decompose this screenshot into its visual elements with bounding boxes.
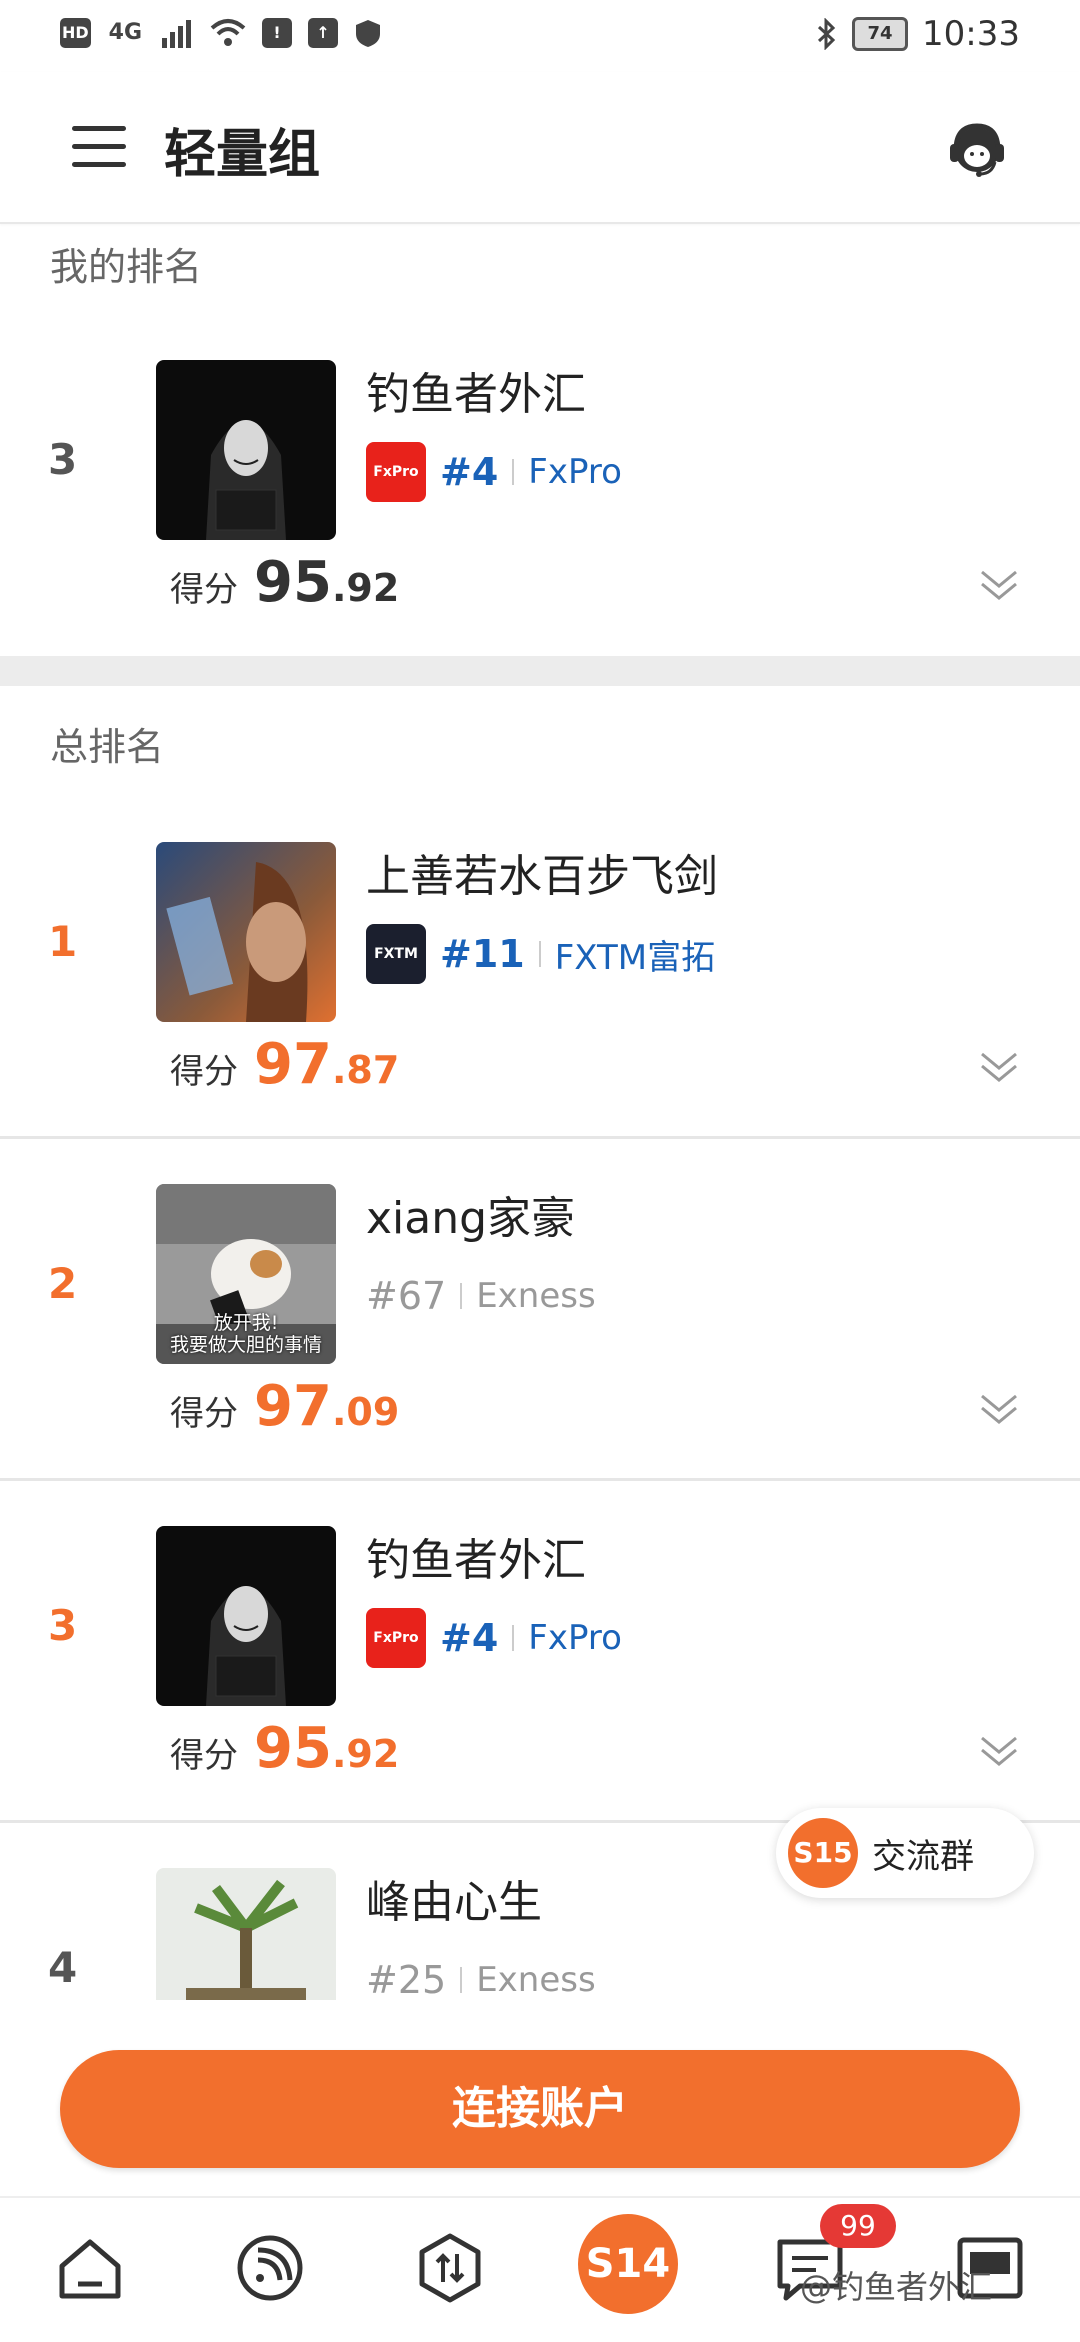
avatar	[156, 1868, 336, 2000]
score-label: 得分	[170, 1052, 238, 1092]
broker-name[interactable]: Exness	[476, 1276, 596, 1316]
broker-rank: #4	[440, 450, 499, 494]
score-label: 得分	[170, 1736, 238, 1776]
chat-group-label: 交流群	[872, 1836, 974, 1877]
bottom-tab-bar: S14 99 @钓鱼者外汇	[0, 2196, 1080, 2342]
home-icon	[59, 2239, 121, 2299]
rank-number: 3	[48, 435, 78, 484]
score: 得分 95 .92	[170, 550, 399, 615]
score-decimal: .87	[331, 1048, 400, 1092]
score-integer: 95	[254, 550, 332, 615]
watermark-text: @钓鱼者外汇	[800, 2268, 993, 2306]
bluetooth-icon	[817, 18, 836, 50]
avatar-caption-2: 我要做大胆的事情	[169, 1334, 322, 1356]
score-decimal: .92	[331, 1732, 400, 1776]
broker-name[interactable]: FxPro	[528, 1618, 622, 1658]
divider	[512, 459, 515, 485]
tab-competition[interactable]: S14	[578, 2214, 678, 2314]
fxpro-logo: FxPro	[366, 442, 426, 502]
rank-number: 1	[48, 917, 78, 966]
alert-icon: !	[262, 18, 293, 48]
fxpro-logo: FxPro	[366, 1608, 426, 1668]
broker-info: FxPro #4 FxPro	[366, 442, 622, 502]
chat-group-button[interactable]: S15 交流群	[776, 1808, 1034, 1898]
page-title: 轻量组	[164, 125, 321, 185]
connect-account-button[interactable]: 连接账户	[60, 2050, 1020, 2168]
score: 得分 97 .09	[170, 1374, 399, 1439]
divider	[538, 941, 541, 967]
menu-icon[interactable]	[72, 126, 126, 168]
hd-icon: HD	[60, 18, 91, 48]
tab-home[interactable]	[50, 2228, 130, 2308]
broker-name[interactable]: Exness	[476, 1960, 596, 2000]
trader-name: 上善若水百步飞剑	[366, 851, 718, 902]
divider	[460, 1967, 463, 1993]
row-divider	[0, 1136, 1080, 1139]
rank-entry-1[interactable]: 1 上善若水百步飞剑 FXTM #11 FXTM富拓 得分 97 .87	[0, 812, 1080, 1152]
shield-icon	[356, 20, 381, 47]
score-label: 得分	[170, 570, 238, 610]
tab-trade[interactable]	[410, 2228, 490, 2308]
rss-icon	[237, 2235, 303, 2301]
score-integer: 97	[254, 1032, 332, 1097]
expand-chevron-icon[interactable]	[978, 1048, 1020, 1086]
wifi-icon	[210, 19, 246, 46]
tab-feed[interactable]	[230, 2228, 310, 2308]
signal-icon	[162, 20, 192, 48]
expand-chevron-icon[interactable]	[978, 1732, 1020, 1770]
avatar	[156, 360, 336, 540]
score-decimal: .92	[331, 566, 400, 610]
avatar-caption-1: 放开我!	[213, 1312, 279, 1334]
customer-service-icon[interactable]	[944, 116, 1010, 182]
broker-info: #67 Exness	[366, 1266, 596, 1326]
broker-info: #25 Exness	[366, 1950, 596, 2000]
trader-name: 峰由心生	[366, 1877, 542, 1928]
broker-rank: #25	[366, 1958, 447, 2000]
score-decimal: .09	[331, 1390, 400, 1434]
avatar: 放开我! 我要做大胆的事情	[156, 1184, 336, 1364]
trade-icon	[419, 2233, 481, 2303]
divider	[512, 1625, 515, 1651]
season-badge: S15	[788, 1818, 858, 1888]
rank-entry-2[interactable]: 2 放开我! 我要做大胆的事情 xiang家豪 #67 Exness 得分 97…	[0, 1154, 1080, 1494]
avatar	[156, 842, 336, 1022]
broker-info: FxPro #4 FxPro	[366, 1608, 622, 1668]
rank-number: 3	[48, 1601, 78, 1650]
trader-name: 钓鱼者外汇	[366, 1535, 586, 1586]
unread-badge: 99	[820, 2204, 896, 2248]
score: 得分 95 .92	[170, 1716, 399, 1781]
upload-icon: ↑	[308, 18, 339, 48]
rank-number: 4	[48, 1943, 78, 1992]
fxtm-logo: FXTM	[366, 924, 426, 984]
score-integer: 95	[254, 1716, 332, 1781]
broker-name[interactable]: FxPro	[528, 452, 622, 492]
bottom-area: 连接账户 S14 99 @钓鱼者外汇	[0, 2000, 1080, 2340]
section-divider	[0, 656, 1080, 686]
divider	[460, 1283, 463, 1309]
trader-name: xiang家豪	[366, 1193, 576, 1244]
score: 得分 97 .87	[170, 1032, 399, 1097]
score-integer: 97	[254, 1374, 332, 1439]
avatar	[156, 1526, 336, 1706]
row-divider	[0, 1478, 1080, 1481]
broker-rank: #11	[440, 932, 525, 976]
overall-rank-label: 总排名	[50, 725, 165, 769]
my-rank-label: 我的排名	[50, 245, 203, 289]
expand-chevron-icon[interactable]	[978, 1390, 1020, 1428]
trader-name: 钓鱼者外汇	[366, 369, 586, 420]
expand-chevron-icon[interactable]	[978, 566, 1020, 604]
broker-rank: #67	[366, 1274, 447, 1318]
clock: 10:33	[922, 14, 1020, 54]
battery-indicator: 74	[852, 17, 909, 51]
broker-info: FXTM #11 FXTM富拓	[366, 924, 715, 984]
app-header: 轻量组	[0, 72, 1080, 224]
broker-name[interactable]: FXTM富拓	[555, 930, 715, 979]
my-rank-entry[interactable]: 3 钓鱼者外汇 FxPro #4 FxPro 得分 95 .92	[0, 330, 1080, 670]
rank-number: 2	[48, 1259, 78, 1308]
score-label: 得分	[170, 1394, 238, 1434]
broker-rank: #4	[440, 1616, 499, 1660]
rank-entry-3[interactable]: 3 钓鱼者外汇 FxPro #4 FxPro 得分 95 .92	[0, 1496, 1080, 1836]
status-bar: HD 4G ! ↑ 74 10:33	[0, 0, 1080, 72]
network-type-icon: 4G	[108, 20, 143, 45]
